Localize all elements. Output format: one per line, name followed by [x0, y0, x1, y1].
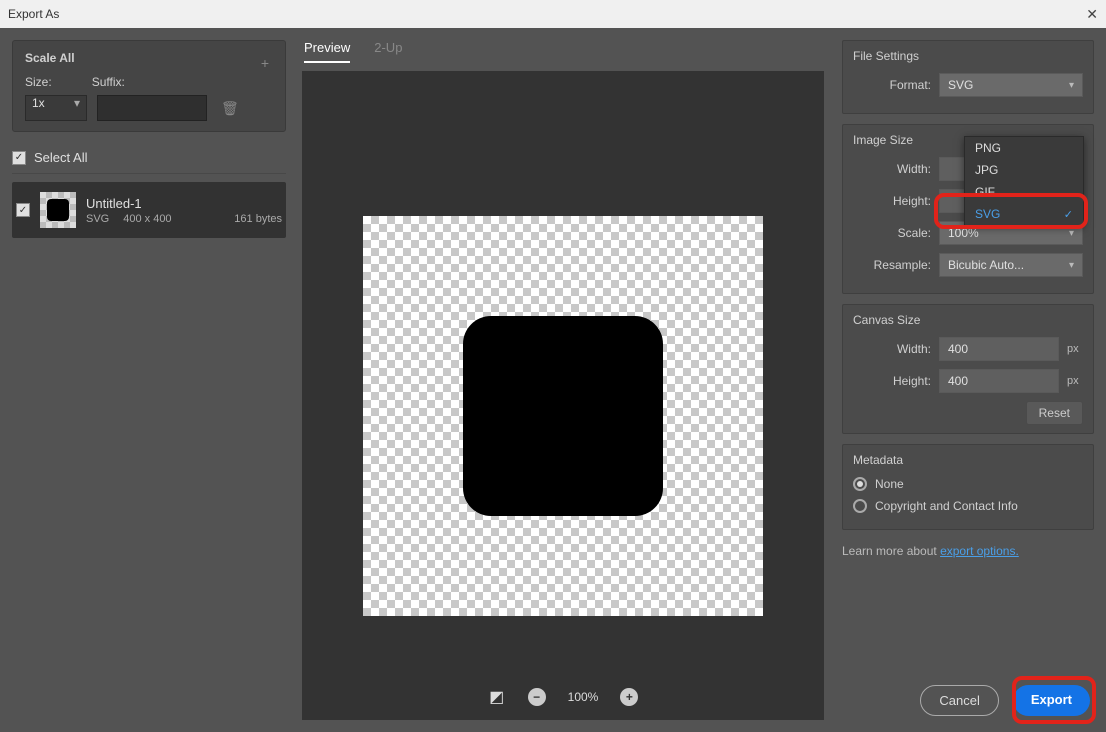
scale-label: Scale: [853, 226, 931, 240]
format-select[interactable]: SVG▾ [939, 73, 1083, 97]
img-width-label: Width: [853, 162, 931, 176]
metadata-none-label: None [875, 477, 904, 491]
format-option-gif[interactable]: GIF [965, 181, 1083, 203]
metadata-copyright-radio[interactable] [853, 499, 867, 513]
learn-more: Learn more about export options. [842, 544, 1094, 558]
canvas-size-title: Canvas Size [853, 313, 1083, 327]
asset-name: Untitled-1 [86, 196, 282, 211]
resample-select[interactable]: Bicubic Auto...▾ [939, 253, 1083, 277]
add-scale-icon[interactable]: + [257, 55, 273, 71]
canvas-width-label: Width: [853, 342, 931, 356]
suffix-label: Suffix: [92, 75, 125, 89]
close-icon[interactable]: ✕ [1086, 6, 1098, 23]
export-button[interactable]: Export [1013, 685, 1090, 716]
cancel-button[interactable]: Cancel [920, 685, 998, 716]
preview-shape [463, 316, 663, 516]
select-all-checkbox[interactable]: ✓ [12, 151, 26, 165]
zoom-in-icon[interactable]: + [620, 688, 638, 706]
delete-scale-icon[interactable]: 🗑 [217, 100, 243, 117]
preview-canvas [363, 216, 763, 616]
file-settings-title: File Settings [853, 49, 1083, 63]
format-label: Format: [853, 78, 931, 92]
asset-row[interactable]: ✓ Untitled-1 SVG 400 x 400 161 bytes [12, 182, 286, 238]
resample-label: Resample: [853, 258, 931, 272]
size-select[interactable]: 1x [25, 95, 87, 121]
zoom-value: 100% [568, 690, 599, 704]
fit-screen-icon[interactable]: ◩ [488, 688, 506, 706]
tab-preview[interactable]: Preview [304, 40, 350, 63]
format-option-jpg[interactable]: JPG [965, 159, 1083, 181]
metadata-copyright-label: Copyright and Contact Info [875, 499, 1018, 513]
scale-all-title: Scale All [25, 51, 75, 65]
format-option-png[interactable]: PNG [965, 137, 1083, 159]
metadata-none-radio[interactable] [853, 477, 867, 491]
format-option-svg[interactable]: SVG✓ [965, 203, 1083, 225]
window-title: Export As [8, 7, 59, 21]
asset-format: SVG [86, 213, 109, 225]
titlebar: Export As ✕ [0, 0, 1106, 28]
metadata-title: Metadata [853, 453, 1083, 467]
canvas-height-input[interactable]: 400 [939, 369, 1059, 393]
tab-2up[interactable]: 2-Up [374, 40, 402, 63]
asset-thumbnail [40, 192, 76, 228]
zoom-out-icon[interactable]: − [528, 688, 546, 706]
asset-bytes: 161 bytes [234, 213, 282, 225]
asset-dimensions: 400 x 400 [123, 213, 171, 225]
img-height-label: Height: [853, 194, 931, 208]
preview-area: ◩ − 100% + [302, 71, 824, 720]
format-dropdown[interactable]: PNG JPG GIF SVG✓ [964, 136, 1084, 226]
suffix-input[interactable] [97, 95, 207, 121]
reset-button[interactable]: Reset [1026, 401, 1083, 425]
canvas-width-input[interactable]: 400 [939, 337, 1059, 361]
export-options-link[interactable]: export options. [940, 544, 1019, 558]
canvas-height-label: Height: [853, 374, 931, 388]
size-label: Size: [25, 75, 52, 89]
asset-checkbox[interactable]: ✓ [16, 203, 30, 217]
select-all-label: Select All [34, 150, 87, 165]
